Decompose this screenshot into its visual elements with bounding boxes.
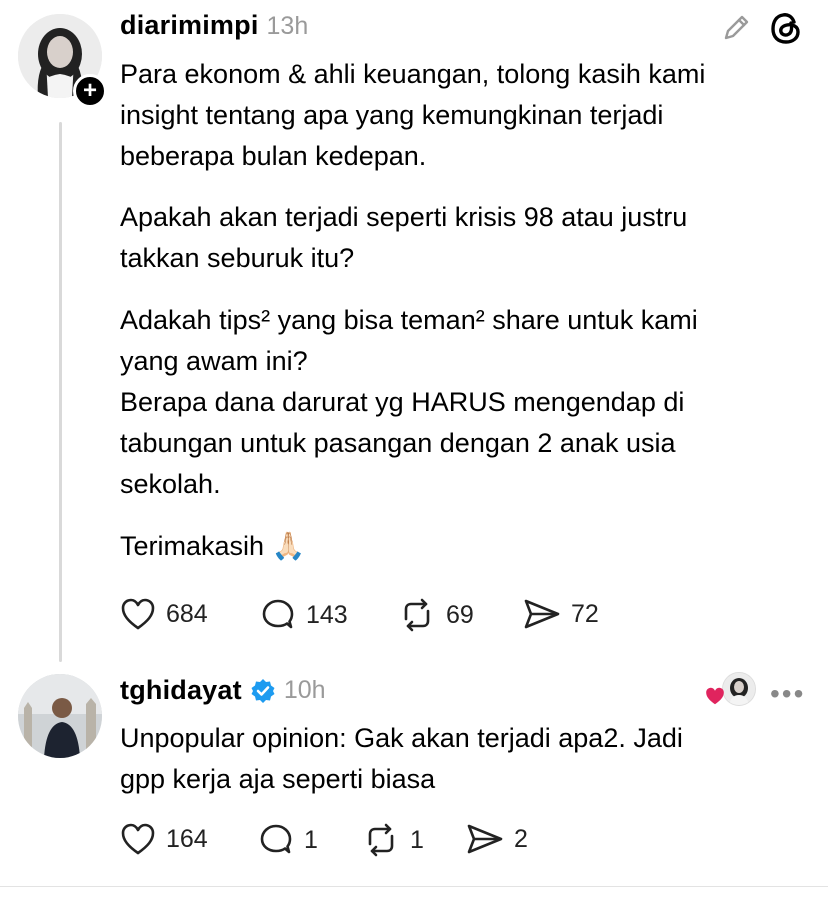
heart-icon xyxy=(121,823,155,855)
author-mini-avatar xyxy=(722,672,756,706)
post-paragraph: Apakah akan terjadi seperti krisis 98 at… xyxy=(120,197,810,279)
verified-badge-icon xyxy=(250,678,276,704)
reply-share-button[interactable]: 2 xyxy=(466,822,528,856)
post-line: sekolah. xyxy=(120,469,221,499)
post-line: tabungan untuk pasangan dengan 2 anak us… xyxy=(120,428,676,458)
send-icon xyxy=(467,824,503,854)
post-paragraph: Adakah tips² yang bisa teman² share untu… xyxy=(120,300,810,505)
comment-bubble-icon xyxy=(260,824,292,854)
avatar-image xyxy=(18,674,102,758)
post-paragraph: Para ekonom & ahli keuangan, tolong kasi… xyxy=(120,54,810,177)
like-button[interactable]: 684 xyxy=(120,597,208,631)
reply-repost-count: 1 xyxy=(410,825,424,854)
heart-icon xyxy=(706,687,724,705)
pencil-icon[interactable] xyxy=(720,12,752,49)
comment-bubble-icon xyxy=(262,599,294,629)
send-icon xyxy=(524,599,560,629)
reply-header: tghidayat 10h xyxy=(120,675,326,706)
post-line: beberapa bulan kedepan. xyxy=(120,141,427,171)
reply-like-count: 164 xyxy=(166,824,208,853)
thread-connector-line xyxy=(59,122,62,662)
threads-logo-icon[interactable] xyxy=(768,10,804,51)
post-line: Para ekonom & ahli keuangan, tolong kasi… xyxy=(120,59,706,89)
repost-count: 69 xyxy=(446,600,474,629)
reply-timestamp: 10h xyxy=(283,676,326,704)
comment-button[interactable]: 143 xyxy=(260,597,348,633)
more-dots-icon[interactable]: ••• xyxy=(770,680,805,708)
share-button[interactable]: 72 xyxy=(523,597,599,631)
bottom-divider xyxy=(0,886,828,887)
post-line: insight tentang apa yang kemungkinan ter… xyxy=(120,100,664,130)
avatar-tghidayat[interactable] xyxy=(18,674,102,758)
post-timestamp: 13h xyxy=(266,12,309,40)
repost-button[interactable]: 69 xyxy=(398,597,474,633)
post-line: Adakah tips² yang bisa teman² share untu… xyxy=(120,305,698,335)
reply-body: Unpopular opinion: Gak akan terjadi apa2… xyxy=(120,718,810,800)
share-count: 72 xyxy=(571,599,599,628)
post-line: Terimakasih 🙏🏻 xyxy=(120,531,306,561)
reply-line: Unpopular opinion: Gak akan terjadi apa2… xyxy=(120,723,683,753)
post-header: diarimimpi 13h xyxy=(120,10,308,41)
post-line: yang awam ini? xyxy=(120,346,308,376)
reply-like-button[interactable]: 164 xyxy=(120,822,208,856)
reply-line: gpp kerja aja seperti biasa xyxy=(120,764,436,794)
repost-icon xyxy=(404,598,430,632)
post-line: Berapa dana darurat yg HARUS mengendap d… xyxy=(120,387,685,417)
comment-count: 143 xyxy=(306,600,348,629)
reply-share-count: 2 xyxy=(514,824,528,853)
post-line: takkan seburuk itu? xyxy=(120,243,355,273)
repost-icon xyxy=(368,823,394,857)
reply-username[interactable]: tghidayat xyxy=(120,675,242,706)
liked-by-author-indicator xyxy=(704,672,756,712)
post-paragraph: Terimakasih 🙏🏻 xyxy=(120,526,810,567)
reply-comment-count: 1 xyxy=(304,825,318,854)
reply-repost-button[interactable]: 1 xyxy=(362,822,424,858)
post-line: Apakah akan terjadi seperti krisis 98 at… xyxy=(120,202,688,232)
post-body: Para ekonom & ahli keuangan, tolong kasi… xyxy=(120,54,810,567)
like-count: 684 xyxy=(166,599,208,628)
follow-plus-icon[interactable]: + xyxy=(73,74,107,108)
heart-icon xyxy=(121,598,155,630)
reply-comment-button[interactable]: 1 xyxy=(258,822,318,858)
post-username[interactable]: diarimimpi xyxy=(120,10,259,41)
